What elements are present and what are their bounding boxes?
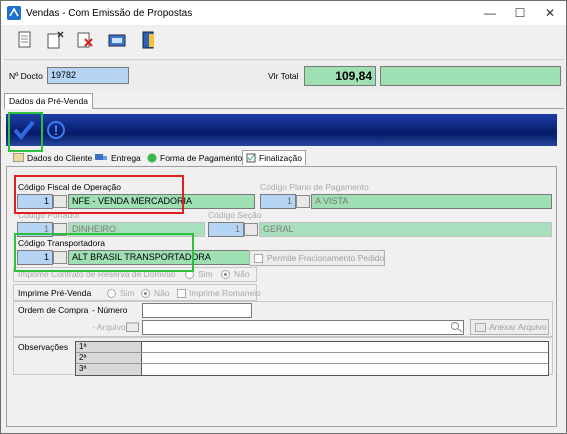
ordem-compra-group: Ordem de Compra - Número - Arquivo Anexa… — [13, 301, 553, 337]
subtab-finalizacao-label: Finalização — [259, 153, 302, 163]
observacoes-grid: 1ª 2ª 3ª — [75, 341, 549, 376]
subtabs: Dados do Cliente Entrega Forma de Pagame… — [6, 149, 557, 166]
extra-total-field — [380, 66, 561, 86]
tab-dados-pre-venda[interactable]: Dados da Pré-Venda — [4, 93, 93, 109]
cfop-lookup-button[interactable] — [53, 195, 67, 208]
plano-description-field: A VISTA — [311, 194, 552, 209]
info-icon[interactable] — [46, 120, 66, 140]
subtab-dados-cliente[interactable]: Dados do Cliente — [10, 150, 95, 165]
secao-description-field: GERAL — [259, 222, 552, 237]
fracionamento-label: Permite Fracionamento Pedido — [267, 253, 385, 263]
subtab-forma-pagamento-label: Forma de Pagamento — [160, 152, 243, 163]
subtab-entrega[interactable]: Entrega — [92, 150, 144, 165]
subtab-dados-cliente-label: Dados do Cliente — [27, 152, 93, 163]
toolbar — [2, 25, 565, 59]
delete-document-icon[interactable] — [44, 29, 66, 51]
anexar-arquivo-label: Anexar Arquivo — [489, 322, 547, 332]
vlr-total-field: 109,84 — [304, 66, 376, 86]
cfop-description-field: NFE - VENDA MERCADORIA — [68, 194, 255, 209]
ordem-arquivo-label: - Arquivo — [92, 322, 126, 332]
finalize-icon — [246, 153, 256, 163]
print-icon[interactable] — [106, 29, 128, 51]
window-title: Vendas - Com Emissão de Propostas — [26, 7, 193, 19]
plano-lookup-button[interactable] — [296, 195, 310, 208]
transportadora-label: Código Transportadora — [18, 238, 105, 248]
new-document-icon[interactable] — [14, 29, 36, 51]
subtab-entrega-label: Entrega — [111, 152, 141, 163]
subtab-finalizacao[interactable]: Finalização — [242, 150, 306, 165]
cancel-document-icon[interactable] — [74, 29, 96, 51]
search-icon[interactable] — [450, 321, 463, 333]
vlr-total-label: Vlr Total — [268, 71, 299, 81]
ordem-label: Ordem de Compra — [18, 305, 89, 315]
docto-field[interactable]: 19782 — [47, 67, 129, 84]
contrato-nao-label: Não — [234, 269, 250, 279]
folder-icon[interactable] — [126, 321, 139, 332]
observacoes-label: Observações — [18, 342, 69, 352]
fracionamento-toggle[interactable]: Permite Fracionamento Pedido — [249, 250, 385, 266]
contrato-sim-radio[interactable] — [185, 270, 194, 279]
main-window: Vendas - Com Emissão de Propostas — ☐ ✕ … — [0, 0, 567, 434]
obs-row-number: 1ª — [76, 342, 142, 352]
obs-row-number: 3ª — [76, 364, 142, 375]
truck-icon — [95, 154, 107, 160]
cfop-code-field[interactable]: 1 — [17, 194, 53, 209]
imprime-pv-nao-radio[interactable] — [141, 289, 150, 298]
ordem-numero-input[interactable] — [142, 303, 252, 318]
finalizacao-panel: Código Fiscal de Operação 1 NFE - VENDA … — [6, 166, 557, 427]
obs-row[interactable]: 2ª — [76, 353, 548, 364]
plano-label: Código Plano de Pagamento — [260, 182, 369, 192]
secao-code-field[interactable]: 1 — [208, 222, 244, 237]
portador-label: Código Portador — [18, 210, 80, 220]
fracionamento-checkbox[interactable] — [254, 254, 263, 263]
minimize-button[interactable]: — — [476, 1, 504, 25]
obs-row-text[interactable] — [142, 342, 548, 352]
obs-row-text[interactable] — [142, 364, 548, 375]
contrato-group: Imprime Contrato de Reserva de Domínio S… — [13, 267, 257, 282]
client-card-icon — [13, 153, 24, 162]
transportadora-description-field: ALT BRASIL TRANSPORTADORA — [68, 250, 255, 265]
app-icon — [7, 6, 21, 20]
payment-icon — [147, 153, 157, 162]
title-bar: Vendas - Com Emissão de Propostas — ☐ ✕ — [1, 1, 566, 25]
maximize-button[interactable]: ☐ — [506, 1, 534, 25]
obs-row-text[interactable] — [142, 353, 548, 363]
cfop-label: Código Fiscal de Operação — [18, 182, 122, 192]
anexar-arquivo-button[interactable]: Anexar Arquivo — [470, 319, 549, 335]
plano-code-field[interactable]: 1 — [260, 194, 296, 209]
romaneio-label: Imprime Romaneio — [189, 288, 261, 298]
docto-label: Nº Docto — [9, 71, 43, 81]
portador-code-field[interactable]: 1 — [17, 222, 53, 237]
transportadora-code-field[interactable]: 1 — [17, 250, 53, 265]
secao-label: Código Seção — [208, 210, 262, 220]
imprime-pv-nao-label: Não — [154, 288, 170, 298]
secao-lookup-button[interactable] — [244, 223, 258, 236]
contrato-label: Imprime Contrato de Reserva de Domínio — [18, 269, 176, 279]
confirm-check-icon[interactable] — [13, 119, 35, 141]
romaneio-checkbox[interactable] — [177, 289, 186, 298]
transportadora-lookup-button[interactable] — [53, 251, 67, 264]
imprime-pv-sim-label: Sim — [120, 288, 135, 298]
main-tabstrip: Dados da Pré-Venda — [4, 93, 564, 109]
obs-row-number: 2ª — [76, 353, 142, 363]
obs-row[interactable]: 1ª — [76, 342, 548, 353]
exit-door-icon[interactable] — [138, 29, 160, 51]
obs-row[interactable]: 3ª — [76, 364, 548, 375]
imprime-pv-label: Imprime Pré-Venda — [18, 288, 92, 298]
action-banner — [6, 114, 557, 146]
imprime-pv-group: Imprime Pré-Venda Sim Não Imprime Romane… — [13, 284, 261, 301]
contrato-sim-label: Sim — [198, 269, 213, 279]
portador-lookup-button[interactable] — [53, 223, 67, 236]
ordem-numero-label: - Número — [92, 305, 128, 315]
attach-icon — [475, 323, 486, 332]
subtab-forma-pagamento[interactable]: Forma de Pagamento — [144, 150, 245, 165]
header-panel: Nº Docto 19782 Vlr Total 109,84 — [4, 59, 564, 91]
close-button[interactable]: ✕ — [536, 1, 564, 25]
contrato-nao-radio[interactable] — [221, 270, 230, 279]
portador-description-field: DINHEIRO — [68, 222, 205, 237]
imprime-pv-sim-radio[interactable] — [107, 289, 116, 298]
ordem-arquivo-input[interactable] — [142, 320, 464, 335]
